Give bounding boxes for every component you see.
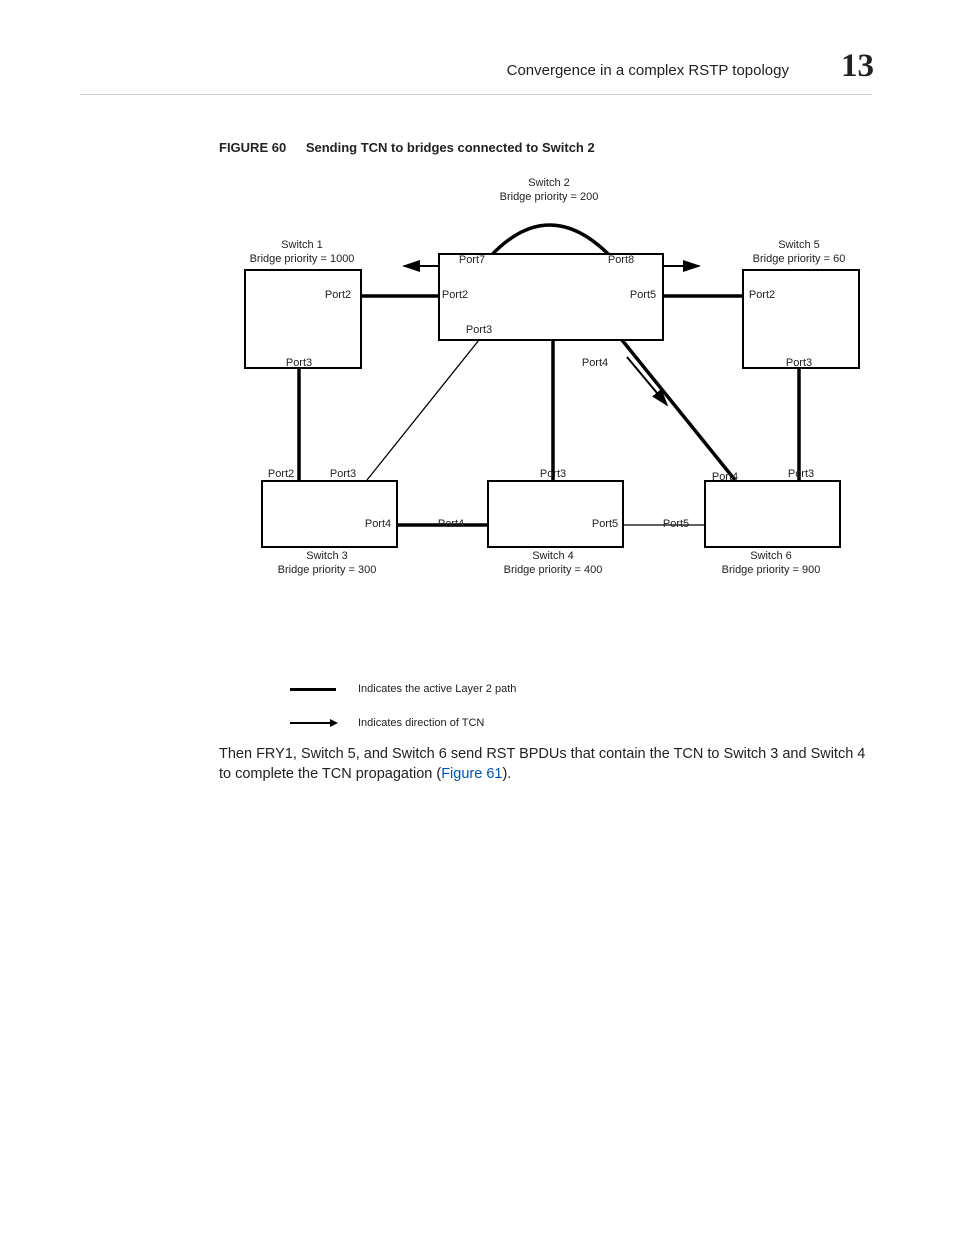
port-s2-3: Port3 [466,324,492,336]
port-s6-3: Port3 [788,468,814,480]
legend-tcn-direction: Indicates direction of TCN [290,717,516,729]
port-s3-2: Port2 [268,468,294,480]
switch5-priority: Bridge priority = 60 [753,253,846,265]
port-s2-4: Port4 [582,357,608,369]
switch1-priority: Bridge priority = 1000 [250,253,355,265]
legend-arrow-icon [290,717,336,729]
body-paragraph: Then FRY1, Switch 5, and Switch 6 send R… [219,745,869,784]
legend-active-path-icon [290,688,336,691]
figure-caption: FIGURE 60 Sending TCN to bridges connect… [219,140,595,155]
figure-crossref[interactable]: Figure 61 [441,766,502,782]
switch6-box [704,480,841,548]
diagram-legend: Indicates the active Layer 2 path Indica… [290,683,516,751]
switch4-box [487,480,624,548]
legend-active-path: Indicates the active Layer 2 path [290,683,516,695]
switch4-name: Switch 4 [532,550,574,562]
switch2-name: Switch 2 [528,177,570,189]
switch5-name: Switch 5 [778,239,820,251]
port-s2-5: Port5 [630,289,656,301]
port-s3-3: Port3 [330,468,356,480]
switch3-box [261,480,398,548]
page: Convergence in a complex RSTP topology 1… [0,0,954,1235]
port-s3-4: Port4 [365,518,391,530]
port-s4-3: Port3 [540,468,566,480]
port-s2-2l: Port2 [442,289,468,301]
port-s5-3: Port3 [786,357,812,369]
switch6-priority: Bridge priority = 900 [722,564,821,576]
body-text-b: ). [502,766,511,782]
legend-tcn-direction-label: Indicates direction of TCN [358,717,484,729]
topology-diagram: Switch 2 Bridge priority = 200 Port7 Por… [219,165,879,685]
header-rule [80,94,872,95]
legend-active-path-label: Indicates the active Layer 2 path [358,683,516,695]
switch3-name: Switch 3 [306,550,348,562]
chapter-number: 13 [841,48,874,85]
port-s6-4: Port4 [712,471,738,483]
port-s6-5: Port5 [663,518,689,530]
port-s1-3: Port3 [286,357,312,369]
figure-title: Sending TCN to bridges connected to Swit… [306,140,595,155]
port-s4-5: Port5 [592,518,618,530]
port-s1-2: Port2 [325,289,351,301]
switch1-box [244,269,362,369]
switch3-priority: Bridge priority = 300 [278,564,377,576]
switch1-name: Switch 1 [281,239,323,251]
port-s2-7: Port7 [459,254,485,266]
switch4-priority: Bridge priority = 400 [504,564,603,576]
port-s4-4: Port4 [438,518,464,530]
port-s5-2: Port2 [749,289,775,301]
figure-label: FIGURE 60 [219,140,286,155]
body-text-a: Then FRY1, Switch 5, and Switch 6 send R… [219,746,865,782]
port-s2-8: Port8 [608,254,634,266]
section-title: Convergence in a complex RSTP topology [507,62,789,79]
switch6-name: Switch 6 [750,550,792,562]
switch2-priority: Bridge priority = 200 [500,191,599,203]
switch5-box [742,269,860,369]
